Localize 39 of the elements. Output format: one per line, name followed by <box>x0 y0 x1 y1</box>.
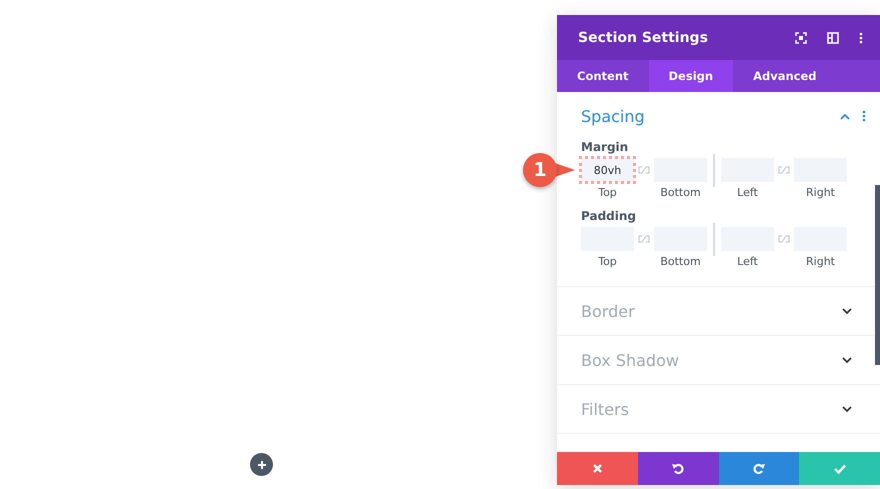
tab[interactable]: Content <box>557 60 649 92</box>
link-icon[interactable] <box>637 235 651 243</box>
plus-icon <box>256 460 266 470</box>
section-title[interactable]: Spacing <box>581 106 840 126</box>
chevron-down-icon[interactable] <box>842 356 852 364</box>
more-icon[interactable] <box>862 110 866 122</box>
field-group-label: Margin <box>581 140 630 154</box>
field-label: Bottom <box>660 186 701 199</box>
more-icon[interactable] <box>859 32 863 44</box>
undo-button[interactable] <box>638 452 718 485</box>
scrollbar[interactable] <box>875 185 880 365</box>
chevron-down-icon[interactable] <box>842 308 852 314</box>
field-label: Bottom <box>660 255 701 268</box>
close-icon <box>592 463 603 474</box>
field-label: Top <box>598 186 617 199</box>
tab[interactable]: Advanced <box>733 60 837 92</box>
add-button[interactable] <box>250 453 273 476</box>
field-label: Left <box>737 186 758 199</box>
tab[interactable]: Design <box>648 60 734 92</box>
chevron-down-icon[interactable] <box>842 406 852 412</box>
panel-title: Section Settings <box>578 30 709 46</box>
save-button[interactable] <box>799 452 880 485</box>
check-icon <box>834 464 846 474</box>
chevron-up-icon[interactable] <box>840 112 850 120</box>
link-icon[interactable] <box>777 235 791 243</box>
field-label: Right <box>806 255 835 268</box>
undo-icon <box>672 462 684 474</box>
field-group-label: Padding <box>581 209 637 223</box>
link-icon[interactable] <box>777 166 791 174</box>
link-icon[interactable] <box>637 166 651 174</box>
redo-button[interactable] <box>718 452 800 485</box>
split-view-icon[interactable] <box>827 32 839 44</box>
field-label: Left <box>737 255 758 268</box>
input-field[interactable]: 80vh <box>581 158 634 182</box>
redo-icon <box>752 462 765 474</box>
cancel-button[interactable] <box>557 452 638 485</box>
field-label: Top <box>598 255 617 268</box>
field-label: Right <box>806 186 835 199</box>
fullscreen-icon[interactable] <box>795 32 807 44</box>
